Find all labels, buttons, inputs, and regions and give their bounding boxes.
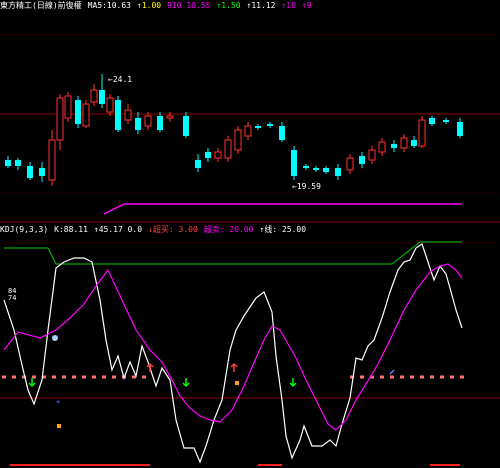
candle-down bbox=[429, 118, 435, 124]
candle-down bbox=[313, 168, 319, 170]
candle-down bbox=[27, 166, 33, 178]
down-arrow-icon bbox=[28, 378, 36, 388]
candle-up bbox=[378, 141, 386, 153]
orange-marker-icon bbox=[235, 381, 239, 385]
candle-up bbox=[64, 95, 72, 119]
up-arrow-icon bbox=[230, 362, 238, 372]
candle-down bbox=[267, 124, 273, 126]
candle-down bbox=[255, 126, 261, 128]
candle-up bbox=[90, 89, 98, 103]
candle-down bbox=[157, 116, 163, 130]
blue-dot-signal-icon bbox=[52, 335, 58, 341]
orange-marker-icon bbox=[57, 424, 61, 428]
candle-down bbox=[195, 160, 201, 168]
price-high-label: ←24.1 bbox=[108, 75, 132, 84]
plus-marker-icon: + bbox=[56, 398, 60, 406]
axis-label-2: 74 bbox=[8, 294, 16, 302]
candle-down bbox=[303, 166, 309, 168]
candle-down bbox=[5, 160, 11, 166]
stock-chart-canvas[interactable]: ←24.1 ←19.59 + 84 74 bbox=[0, 0, 500, 468]
up-arrow-icon bbox=[146, 362, 154, 372]
candle-down bbox=[205, 152, 211, 158]
candle-up bbox=[244, 125, 252, 137]
candle-down bbox=[443, 120, 449, 122]
price-low-label: ←19.59 bbox=[292, 182, 321, 191]
d-line bbox=[3, 263, 463, 431]
candle-down bbox=[15, 160, 21, 166]
candle-down bbox=[323, 168, 329, 172]
candle-down bbox=[335, 168, 341, 176]
ceiling-line bbox=[4, 241, 462, 265]
candle-up bbox=[346, 157, 354, 171]
candle-up bbox=[368, 149, 376, 161]
candle-down bbox=[75, 100, 81, 124]
candle-down bbox=[99, 90, 105, 104]
candle-down bbox=[279, 126, 285, 140]
candle-down bbox=[359, 156, 365, 164]
candle-down bbox=[39, 168, 45, 176]
candle-down bbox=[135, 118, 141, 130]
down-arrow-icon bbox=[289, 378, 297, 388]
candle-down bbox=[115, 100, 121, 130]
candle-up bbox=[214, 151, 222, 159]
candle-up bbox=[56, 97, 64, 141]
candle-up bbox=[106, 97, 114, 113]
candle-up bbox=[224, 139, 232, 159]
candle-up bbox=[48, 139, 56, 181]
candle-down bbox=[411, 140, 417, 146]
blue-arrow-icon bbox=[389, 369, 395, 375]
candle-down bbox=[457, 122, 463, 136]
candle-down bbox=[183, 116, 189, 136]
candle-up bbox=[124, 109, 132, 121]
k-line bbox=[3, 243, 463, 464]
candlestick-series bbox=[5, 74, 463, 186]
candle-up bbox=[82, 103, 90, 127]
candle-up bbox=[166, 115, 174, 119]
candle-down bbox=[291, 150, 297, 176]
candle-down bbox=[391, 144, 397, 148]
down-arrow-icon bbox=[182, 378, 190, 388]
candle-up bbox=[418, 119, 426, 147]
ma-line bbox=[103, 203, 462, 215]
candle-up bbox=[234, 129, 242, 151]
candle-up bbox=[400, 137, 408, 149]
signal-markers: + bbox=[28, 335, 395, 428]
candle-up bbox=[144, 115, 152, 127]
